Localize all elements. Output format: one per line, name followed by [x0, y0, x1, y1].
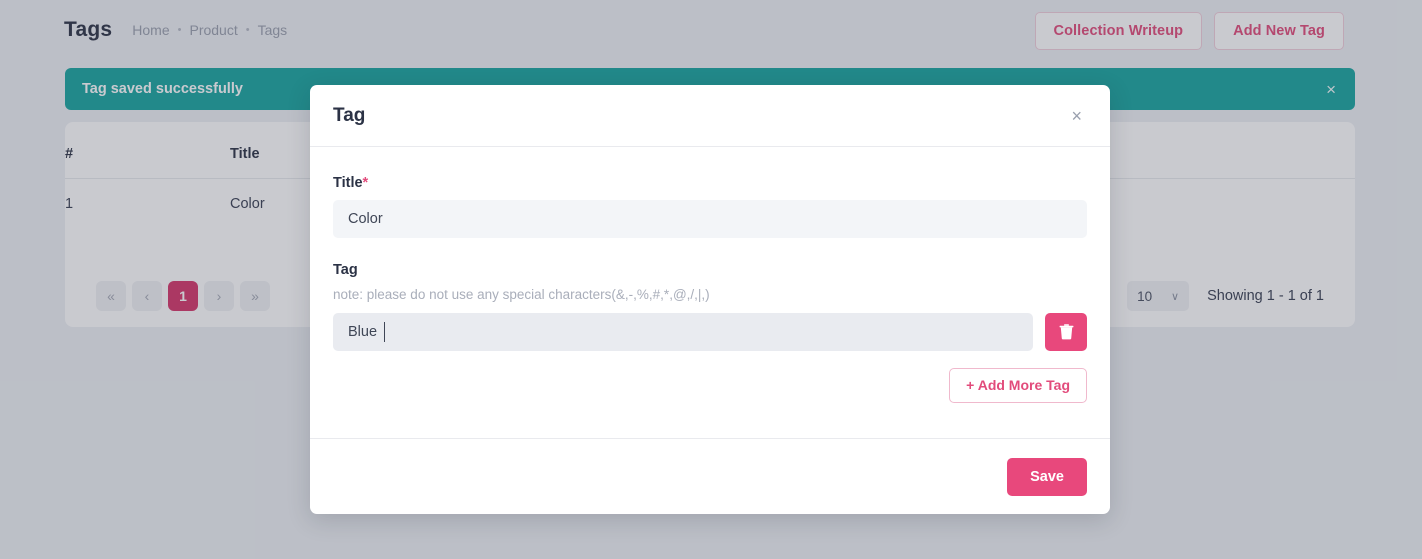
save-button[interactable]: Save [1007, 457, 1087, 496]
modal-body: Title* Tag note: please do not use any s… [310, 147, 1110, 437]
modal-header: Tag × [310, 85, 1110, 147]
tag-modal: Tag × Title* Tag note: please do not use… [310, 85, 1110, 514]
tag-section: Tag note: please do not use any special … [333, 262, 1087, 403]
add-more-row: + Add More Tag [333, 368, 1087, 403]
delete-tag-button[interactable] [1045, 313, 1087, 351]
trash-icon [1059, 324, 1073, 340]
tag-input-row [333, 313, 1087, 351]
close-icon[interactable]: × [1067, 103, 1086, 129]
add-more-tag-button[interactable]: + Add More Tag [949, 368, 1087, 403]
text-cursor [384, 322, 385, 342]
title-field-label: Title* [333, 175, 1087, 191]
tag-input[interactable] [333, 313, 1033, 351]
modal-footer: Save [310, 438, 1110, 514]
tag-input-wrapper [333, 313, 1033, 351]
modal-title: Tag [333, 104, 366, 126]
title-label-text: Title [333, 175, 363, 191]
tag-field-note: note: please do not use any special char… [333, 287, 710, 302]
title-input[interactable] [333, 200, 1087, 238]
tag-field-label: Tag [333, 262, 358, 278]
required-asterisk: * [362, 175, 369, 191]
